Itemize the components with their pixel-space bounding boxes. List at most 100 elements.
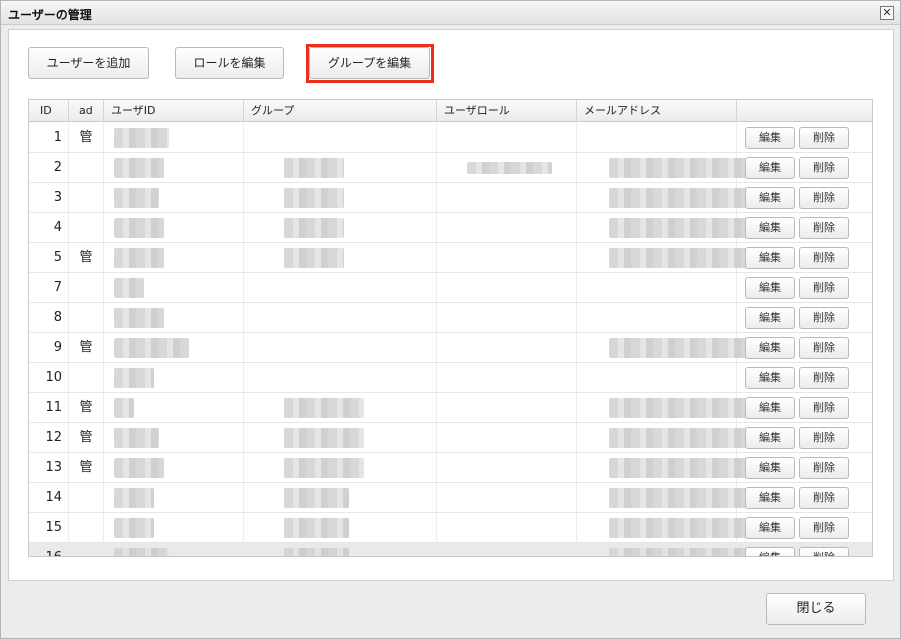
- edit-row-button[interactable]: 編集: [745, 247, 795, 269]
- redacted-value: [284, 488, 349, 508]
- delete-row-button[interactable]: 削除: [799, 157, 849, 179]
- cell-admin-flag: [69, 303, 104, 333]
- cell-actions: 編集削除: [737, 423, 872, 453]
- cell-admin-flag: 管: [69, 123, 104, 153]
- cell-email: [577, 273, 737, 303]
- delete-row-button[interactable]: 削除: [799, 247, 849, 269]
- cell-user-id: [104, 183, 244, 213]
- redacted-value: [114, 308, 164, 328]
- delete-row-button[interactable]: 削除: [799, 217, 849, 239]
- column-header-email[interactable]: メールアドレス: [577, 100, 737, 122]
- redacted-value: [284, 398, 364, 418]
- edit-row-button[interactable]: 編集: [745, 157, 795, 179]
- edit-row-button[interactable]: 編集: [745, 427, 795, 449]
- table-row: 14 編集 削除: [29, 483, 872, 513]
- cell-user-id: [104, 513, 244, 543]
- cell-email: [577, 243, 754, 273]
- cell-user-id: [104, 273, 244, 303]
- cell-group: [244, 513, 437, 543]
- redacted-value: [609, 518, 754, 538]
- redacted-value: [114, 518, 154, 538]
- cell-admin-flag: 管: [69, 423, 104, 453]
- close-icon[interactable]: ✕: [880, 6, 894, 20]
- cell-email: [577, 393, 754, 423]
- cell-id: 1: [29, 123, 69, 153]
- edit-role-button[interactable]: ロールを編集: [175, 47, 284, 79]
- cell-actions: 編集削除: [737, 483, 872, 513]
- table-row: 2 編集 削除: [29, 153, 872, 183]
- cell-id: 13: [29, 453, 69, 483]
- redacted-value: [284, 188, 344, 208]
- redacted-value: [284, 248, 344, 268]
- cell-actions: 編集削除: [737, 153, 872, 183]
- cell-id: 16: [29, 543, 69, 556]
- edit-row-button[interactable]: 編集: [745, 337, 795, 359]
- cell-admin-flag: [69, 363, 104, 393]
- cell-admin-flag: 管: [69, 453, 104, 483]
- column-header-user-role[interactable]: ユーザロール: [437, 100, 577, 122]
- edit-row-button[interactable]: 編集: [745, 277, 795, 299]
- column-header-id[interactable]: ID: [29, 100, 69, 122]
- delete-row-button[interactable]: 削除: [799, 367, 849, 389]
- close-button[interactable]: 閉じる: [766, 593, 866, 625]
- redacted-value: [467, 162, 552, 174]
- cell-email: [577, 213, 754, 243]
- cell-email: [577, 423, 754, 453]
- column-header-ad[interactable]: ad: [69, 100, 104, 122]
- cell-admin-flag: [69, 183, 104, 213]
- cell-admin-flag: [69, 513, 104, 543]
- cell-id: 8: [29, 303, 69, 333]
- delete-row-button[interactable]: 削除: [799, 127, 849, 149]
- edit-row-button[interactable]: 編集: [745, 547, 795, 556]
- delete-row-button[interactable]: 削除: [799, 547, 849, 556]
- redacted-value: [609, 488, 754, 508]
- edit-row-button[interactable]: 編集: [745, 367, 795, 389]
- edit-row-button[interactable]: 編集: [745, 487, 795, 509]
- cell-id: 15: [29, 513, 69, 543]
- cell-admin-flag: [69, 483, 104, 513]
- cell-user-id: [104, 393, 244, 423]
- edit-row-button[interactable]: 編集: [745, 217, 795, 239]
- cell-id: 2: [29, 153, 69, 183]
- cell-user-id: [104, 333, 244, 363]
- user-management-dialog: ユーザーの管理 ✕ ユーザーを追加 ロールを編集 グループを編集 ID ad ユ…: [0, 0, 901, 639]
- table-row: 1 管 編集 削除: [29, 123, 872, 153]
- delete-row-button[interactable]: 削除: [799, 307, 849, 329]
- redacted-value: [114, 488, 154, 508]
- delete-row-button[interactable]: 削除: [799, 487, 849, 509]
- add-user-button[interactable]: ユーザーを追加: [28, 47, 149, 79]
- cell-user-role: [437, 453, 577, 483]
- delete-row-button[interactable]: 削除: [799, 517, 849, 539]
- edit-row-button[interactable]: 編集: [745, 187, 795, 209]
- cell-user-role: [437, 213, 577, 243]
- redacted-value: [284, 218, 344, 238]
- delete-row-button[interactable]: 削除: [799, 397, 849, 419]
- edit-row-button[interactable]: 編集: [745, 307, 795, 329]
- column-header-user-id[interactable]: ユーザID: [104, 100, 244, 122]
- redacted-value: [609, 548, 754, 556]
- cell-group: [244, 273, 437, 303]
- edit-row-button[interactable]: 編集: [745, 457, 795, 479]
- cell-user-role: [437, 153, 577, 183]
- delete-row-button[interactable]: 削除: [799, 277, 849, 299]
- edit-row-button[interactable]: 編集: [745, 127, 795, 149]
- cell-id: 5: [29, 243, 69, 273]
- column-header-group[interactable]: グループ: [244, 100, 437, 122]
- title-bar: ユーザーの管理 ✕: [1, 1, 900, 25]
- edit-row-button[interactable]: 編集: [745, 517, 795, 539]
- redacted-value: [114, 398, 134, 418]
- redacted-value: [114, 548, 169, 556]
- delete-row-button[interactable]: 削除: [799, 427, 849, 449]
- cell-id: 4: [29, 213, 69, 243]
- cell-user-role: [437, 393, 577, 423]
- cell-group: [244, 483, 437, 513]
- edit-group-button[interactable]: グループを編集: [309, 47, 430, 79]
- table-row: 16 編集削除: [29, 543, 872, 556]
- cell-admin-flag: [69, 273, 104, 303]
- cell-user-id: [104, 363, 244, 393]
- delete-row-button[interactable]: 削除: [799, 187, 849, 209]
- cell-actions: 編集削除: [737, 333, 872, 363]
- delete-row-button[interactable]: 削除: [799, 457, 849, 479]
- edit-row-button[interactable]: 編集: [745, 397, 795, 419]
- delete-row-button[interactable]: 削除: [799, 337, 849, 359]
